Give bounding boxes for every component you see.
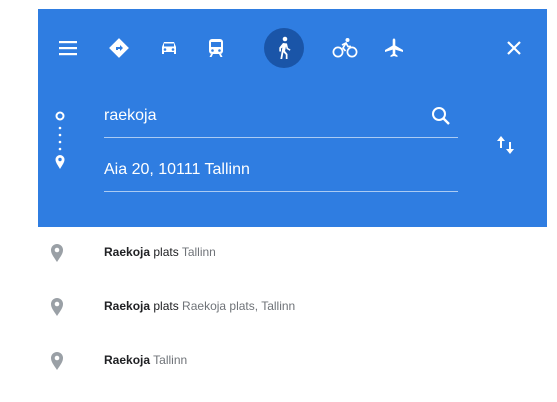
search-icon[interactable] — [430, 105, 452, 127]
mode-walking-button[interactable] — [264, 28, 304, 68]
suggestion-text: Raekoja Tallinn — [104, 353, 188, 367]
suggestion-item[interactable]: Raekoja plats Tallinn — [38, 227, 547, 281]
origin-input[interactable] — [104, 107, 414, 125]
place-pin-icon — [51, 352, 63, 370]
mode-cycling-button[interactable] — [325, 28, 365, 68]
mode-driving-button[interactable] — [149, 28, 189, 68]
car-icon — [162, 42, 176, 54]
origin-field — [104, 101, 458, 138]
swap-icon[interactable] — [494, 133, 518, 157]
suggestion-text: Raekoja plats Tallinn — [104, 245, 216, 259]
mode-flight-button[interactable] — [374, 28, 414, 68]
flight-icon — [385, 38, 403, 57]
directions-header — [38, 9, 547, 227]
destination-input[interactable] — [104, 161, 414, 179]
menu-icon — [59, 41, 77, 56]
directions-panel: Raekoja plats Tallinn Raekoja plats Raek… — [38, 9, 547, 389]
suggestion-text: Raekoja plats Raekoja plats, Tallinn — [104, 299, 296, 313]
suggestion-item[interactable]: Raekoja Tallinn — [38, 335, 547, 389]
close-button[interactable] — [494, 28, 534, 68]
mode-transit-button[interactable] — [196, 28, 236, 68]
destination-field — [104, 155, 458, 192]
place-pin-icon — [51, 298, 63, 316]
walking-icon — [279, 36, 291, 59]
bicycle-icon — [332, 38, 358, 58]
route-dots-icon — [55, 111, 65, 169]
place-pin-icon — [51, 244, 63, 262]
transit-icon — [209, 39, 223, 57]
suggestion-item[interactable]: Raekoja plats Raekoja plats, Tallinn — [38, 281, 547, 335]
menu-button[interactable] — [48, 28, 88, 68]
travel-mode-toolbar — [38, 9, 547, 87]
mode-best-button[interactable] — [99, 28, 139, 68]
route-inputs — [38, 91, 547, 221]
suggestion-list: Raekoja plats Tallinn Raekoja plats Raek… — [38, 227, 547, 389]
directions-icon — [109, 38, 129, 58]
close-icon — [507, 41, 521, 55]
